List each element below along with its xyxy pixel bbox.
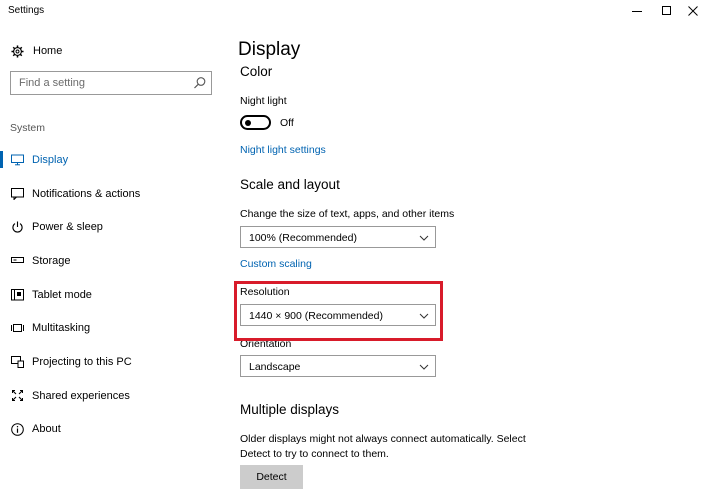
search-icon[interactable] <box>193 76 207 90</box>
sidebar-item-storage[interactable]: Storage <box>0 244 222 278</box>
multiple-displays-description: Older displays might not always connect … <box>240 433 526 460</box>
sidebar-item-display[interactable]: Display <box>0 143 222 177</box>
sidebar-nav: Display Notifications & actions Power & … <box>0 143 222 446</box>
night-light-settings-link[interactable]: Night light settings <box>240 144 326 156</box>
storage-icon <box>10 254 24 268</box>
search-box <box>10 71 212 95</box>
scale-label: Change the size of text, apps, and other… <box>240 208 455 220</box>
close-button[interactable] <box>676 0 710 22</box>
chevron-down-icon <box>419 235 429 241</box>
sidebar-item-about[interactable]: About <box>0 413 222 447</box>
sidebar-item-power-sleep[interactable]: Power & sleep <box>0 210 222 244</box>
night-light-toggle[interactable] <box>240 115 271 130</box>
toggle-knob <box>245 119 251 126</box>
sidebar-item-label: About <box>32 423 61 436</box>
night-light-label: Night light <box>240 95 287 107</box>
window-title: Settings <box>8 5 45 16</box>
info-icon <box>10 422 24 436</box>
sidebar-item-label: Notifications & actions <box>32 187 141 200</box>
projecting-icon <box>10 355 24 369</box>
orientation-dropdown[interactable]: Landscape <box>240 355 436 377</box>
maximize-icon <box>662 6 671 15</box>
scale-dropdown[interactable]: 100% (Recommended) <box>240 226 436 248</box>
sidebar-item-label: Shared experiences <box>32 389 130 402</box>
search-input[interactable] <box>11 72 191 94</box>
monitor-icon <box>10 153 24 167</box>
sidebar-item-label: Storage <box>32 254 71 267</box>
system-section-label: System <box>10 122 46 134</box>
detect-button[interactable]: Detect <box>240 465 303 489</box>
home-label: Home <box>33 45 63 57</box>
shared-icon <box>10 389 24 403</box>
gear-icon <box>10 44 24 58</box>
scale-value: 100% (Recommended) <box>249 232 357 244</box>
resolution-highlight-box <box>234 281 443 341</box>
sidebar-item-label: Display <box>32 153 69 166</box>
night-light-toggle-row: Off <box>240 115 294 130</box>
active-indicator <box>0 151 3 168</box>
tablet-icon <box>10 288 24 302</box>
sidebar-item-label: Tablet mode <box>32 288 92 301</box>
scale-layout-heading: Scale and layout <box>240 177 340 192</box>
sidebar-item-label: Projecting to this PC <box>32 355 132 368</box>
sidebar-item-label: Multitasking <box>32 322 91 335</box>
close-icon <box>688 6 698 16</box>
notification-icon <box>10 187 24 201</box>
multiple-displays-heading: Multiple displays <box>240 402 340 417</box>
sidebar-item-notifications[interactable]: Notifications & actions <box>0 177 222 211</box>
minimize-button[interactable] <box>620 0 654 22</box>
sidebar: Home System Display Notifications & acti… <box>0 22 222 500</box>
home-nav-item[interactable]: Home <box>10 42 62 60</box>
orientation-value: Landscape <box>249 361 301 373</box>
multitasking-icon <box>10 321 24 335</box>
minimize-icon <box>632 11 642 12</box>
power-icon <box>10 220 24 234</box>
custom-scaling-link[interactable]: Custom scaling <box>240 258 312 270</box>
page-title: Display <box>238 39 301 60</box>
title-bar: Settings <box>0 0 710 22</box>
sidebar-item-label: Power & sleep <box>32 221 103 234</box>
sidebar-item-tablet-mode[interactable]: Tablet mode <box>0 278 222 312</box>
night-light-state: Off <box>280 116 294 129</box>
sidebar-item-projecting[interactable]: Projecting to this PC <box>0 345 222 379</box>
sidebar-item-shared-experiences[interactable]: Shared experiences <box>0 379 222 413</box>
sidebar-item-multitasking[interactable]: Multitasking <box>0 311 222 345</box>
main-content: Display Color Night light Off Night ligh… <box>238 22 700 500</box>
color-heading: Color <box>240 64 273 79</box>
chevron-down-icon <box>419 364 429 370</box>
